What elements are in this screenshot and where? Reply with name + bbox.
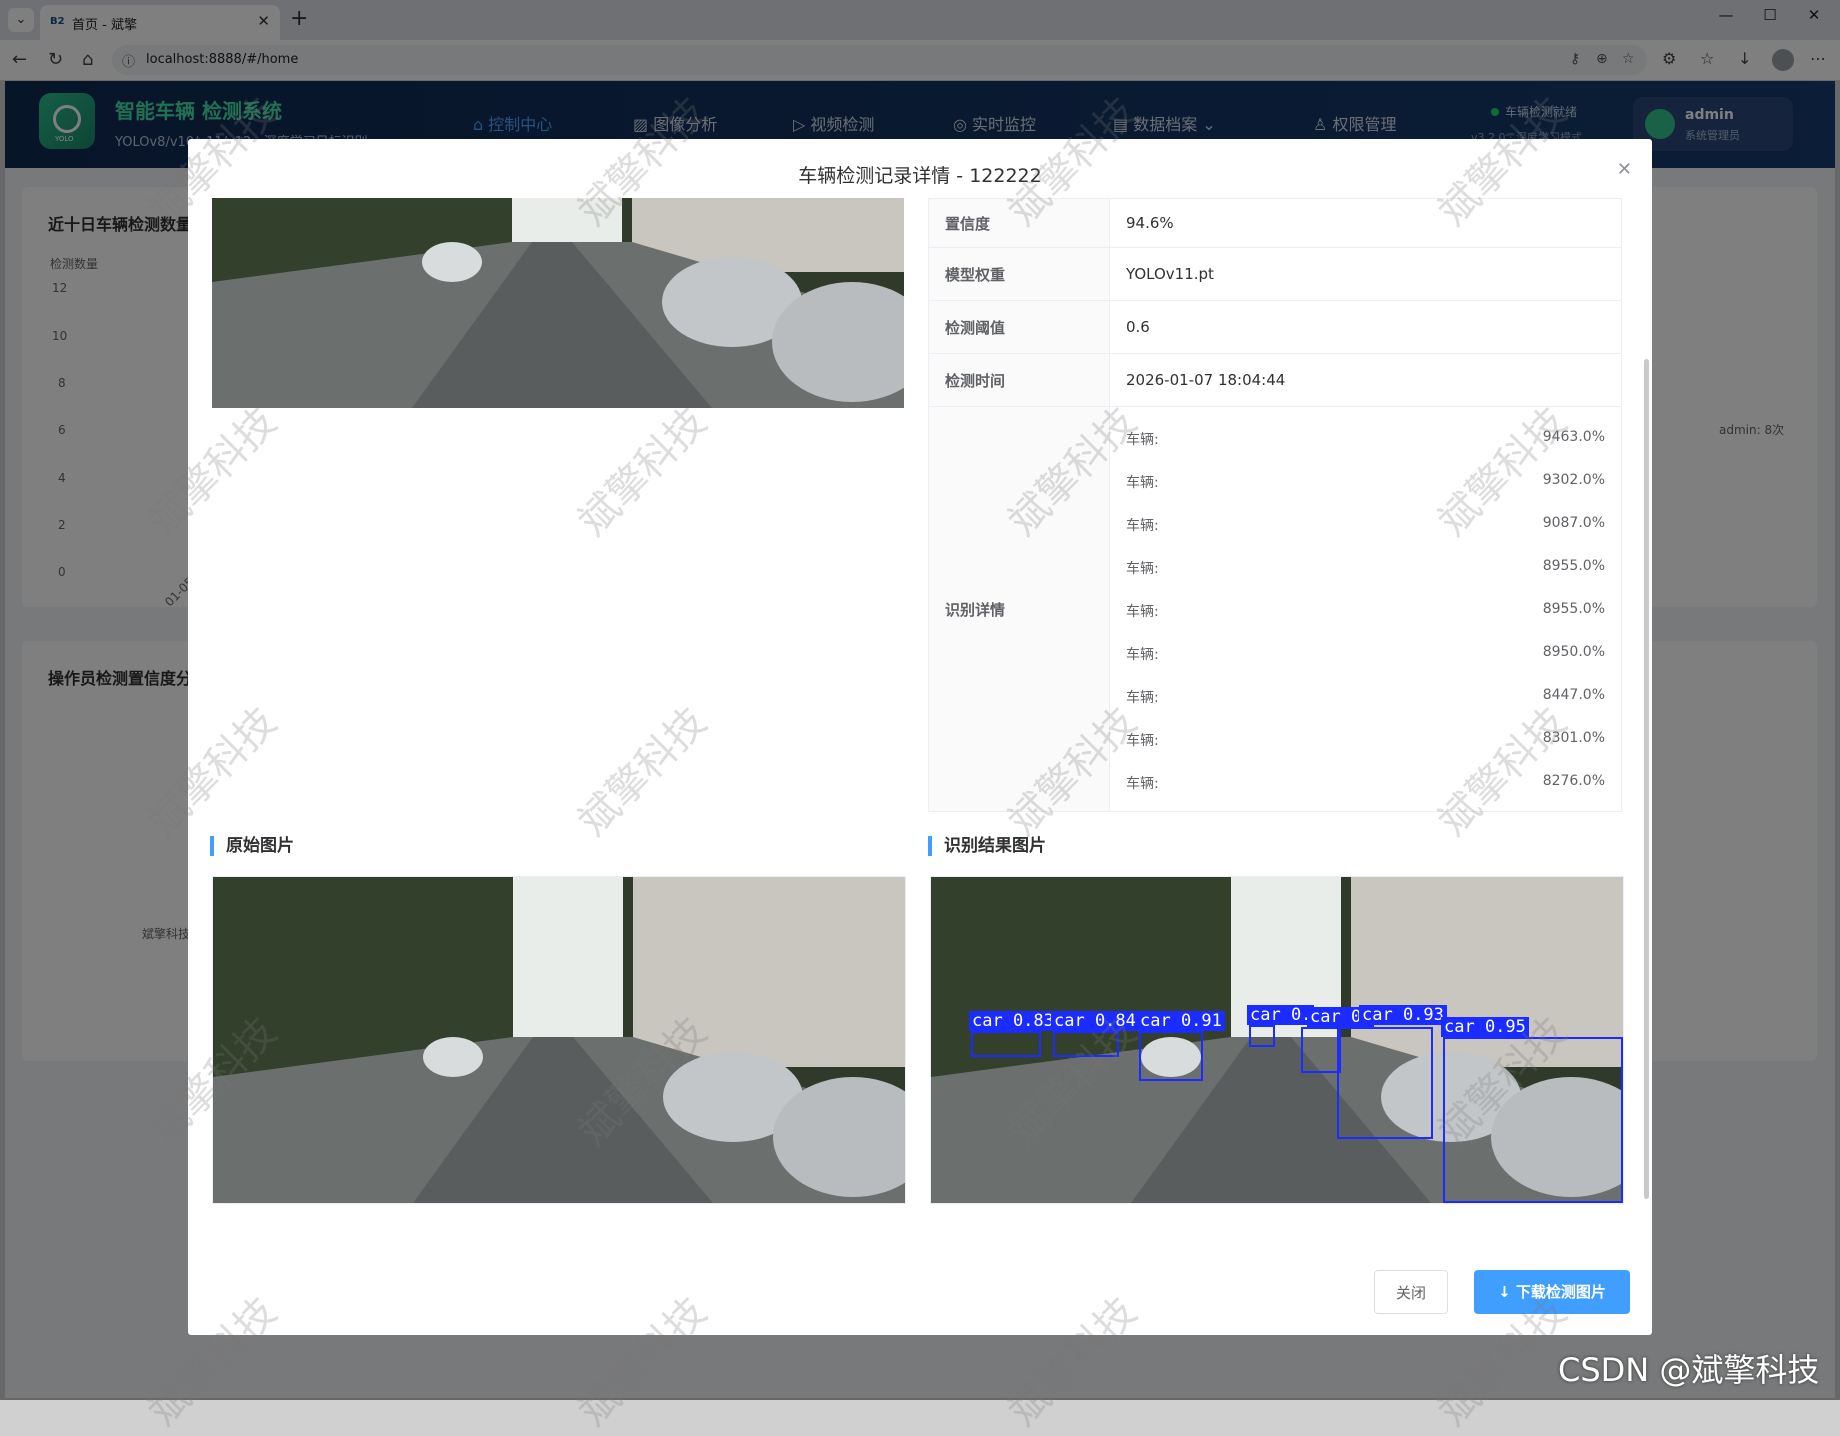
detection-box	[1249, 1025, 1275, 1047]
download-icon: ↓	[1498, 1283, 1516, 1301]
field-label: 检测阈值	[928, 300, 1110, 354]
detection-label: car 0.93	[1359, 1005, 1447, 1025]
field-label: 置信度	[928, 198, 1110, 248]
detection-box	[1053, 1031, 1119, 1057]
row-threshold: 检测阈值 0.6	[928, 300, 1622, 354]
detection-label: car 0.83	[969, 1011, 1057, 1031]
detail-value: 8950.0%	[1542, 643, 1605, 660]
detail-value: 9463.0%	[1542, 428, 1605, 445]
detection-box	[971, 1031, 1041, 1057]
detection-box	[1337, 1027, 1433, 1139]
dialog-scrollbar[interactable]	[1644, 359, 1649, 1199]
details-list: 车辆: 9463.0% 车辆: 9302.0% 车辆: 9087.0% 车辆: 8955…	[1109, 406, 1622, 812]
street-photo	[213, 877, 905, 1203]
detail-name: 车辆:	[1126, 689, 1159, 706]
detail-value: 8276.0%	[1542, 772, 1605, 789]
csdn-watermark: CSDN @斌擎科技	[1558, 1351, 1820, 1389]
dialog-title: 车辆检测记录详情 - 122222	[798, 165, 1042, 187]
list-item: 车辆: 9087.0%	[1126, 502, 1605, 545]
detection-box	[1139, 1031, 1203, 1081]
detail-value: 8955.0%	[1542, 600, 1605, 617]
detail-name: 车辆:	[1126, 560, 1159, 577]
detail-value: 9087.0%	[1542, 514, 1605, 531]
result-image: car 0.83 car 0.84 car 0.91 car 0. car 0.…	[930, 876, 1624, 1204]
detection-label: car 0.95	[1441, 1017, 1529, 1037]
detail-name: 车辆:	[1126, 603, 1159, 620]
list-item: 车辆: 8955.0%	[1126, 545, 1605, 588]
detail-name: 车辆:	[1126, 431, 1159, 448]
list-item: 车辆: 8950.0%	[1126, 631, 1605, 674]
detection-label: car 0.84	[1051, 1011, 1139, 1031]
field-label: 检测时间	[928, 353, 1110, 407]
detail-name: 车辆:	[1126, 775, 1159, 792]
detection-label: car 0.91	[1137, 1011, 1225, 1031]
detail-name: 车辆:	[1126, 646, 1159, 663]
field-value: 0.6	[1109, 300, 1622, 354]
field-value: YOLOv11.pt	[1109, 247, 1622, 301]
detail-name: 车辆:	[1126, 474, 1159, 491]
list-item: 车辆: 9302.0%	[1126, 459, 1605, 502]
detail-table: 置信度 94.6% 模型权重 YOLOv11.pt 检测阈值 0.6 检测时间 …	[928, 198, 1622, 812]
detail-value: 9302.0%	[1542, 471, 1605, 488]
detail-value: 8955.0%	[1542, 557, 1605, 574]
list-item: 车辆: 8447.0%	[1126, 674, 1605, 717]
field-label: 模型权重	[928, 247, 1110, 301]
field-value: 94.6%	[1109, 198, 1622, 248]
row-model: 模型权重 YOLOv11.pt	[928, 247, 1622, 301]
street-photo-crop	[212, 198, 904, 408]
detail-name: 车辆:	[1126, 732, 1159, 749]
field-value: 2026-01-07 18:04:44	[1109, 353, 1622, 407]
detail-dialog: 车辆检测记录详情 - 122222 ✕ 置信度 94.6% 模型权重 YOLOv…	[188, 139, 1652, 1335]
detail-name: 车辆:	[1126, 517, 1159, 534]
result-image-title: 识别结果图片	[928, 836, 1046, 856]
original-image-title: 原始图片	[210, 836, 294, 856]
close-button[interactable]: 关闭	[1374, 1270, 1448, 1314]
list-item: 车辆: 8955.0%	[1126, 588, 1605, 631]
dialog-close-icon[interactable]: ✕	[1617, 159, 1632, 180]
detection-box	[1301, 1027, 1341, 1073]
list-item: 车辆: 8276.0%	[1126, 760, 1605, 803]
list-item: 车辆: 8301.0%	[1126, 717, 1605, 760]
row-details: 识别详情 车辆: 9463.0% 车辆: 9302.0% 车辆: 9087.0% 车辆…	[928, 406, 1622, 812]
preview-image	[212, 198, 904, 408]
download-label: 下载检测图片	[1515, 1283, 1606, 1301]
row-confidence: 置信度 94.6%	[928, 198, 1622, 248]
field-label: 识别详情	[928, 406, 1110, 812]
original-image	[212, 876, 906, 1204]
row-time: 检测时间 2026-01-07 18:04:44	[928, 353, 1622, 407]
detail-value: 8447.0%	[1542, 686, 1605, 703]
list-item: 车辆: 9463.0%	[1126, 416, 1605, 459]
detection-label: car 0.	[1247, 1005, 1315, 1025]
download-button[interactable]: ↓ 下载检测图片	[1474, 1270, 1630, 1314]
detection-box	[1443, 1037, 1623, 1203]
detail-value: 8301.0%	[1542, 729, 1605, 746]
